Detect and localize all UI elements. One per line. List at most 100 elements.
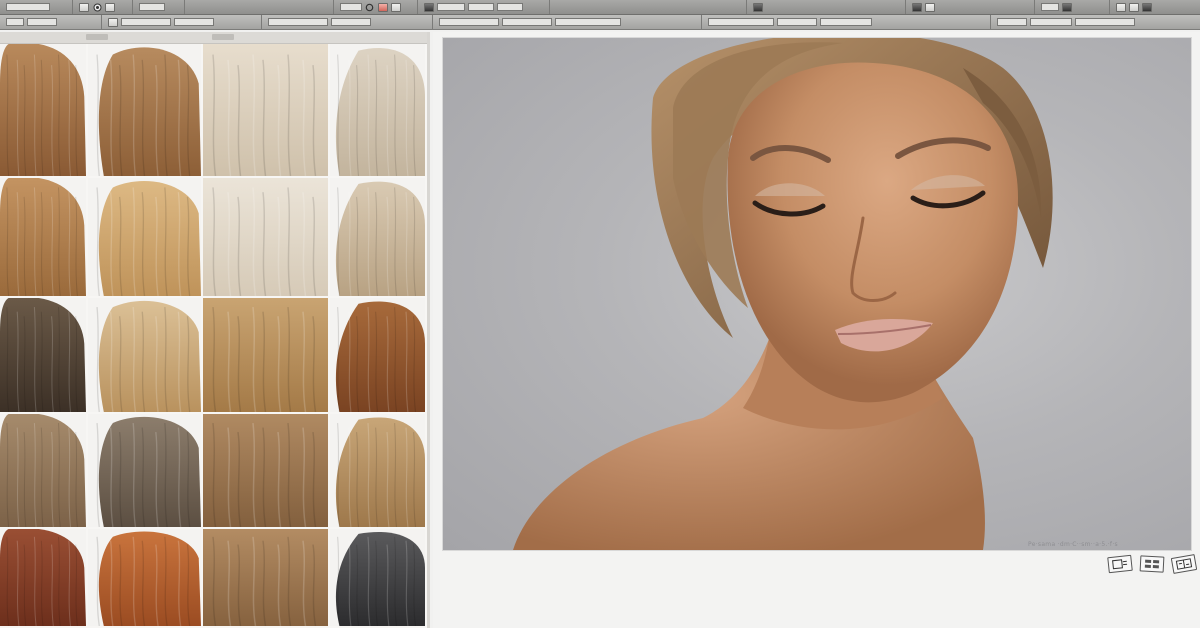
header-tab-1[interactable] — [86, 34, 108, 40]
toolbar-group-window — [1110, 0, 1200, 14]
swatch-chestnut-blonde[interactable] — [203, 529, 330, 628]
swatch-sandy-blonde[interactable] — [88, 298, 203, 414]
adjust-field-3[interactable] — [497, 3, 524, 11]
file-field[interactable] — [6, 3, 50, 11]
hair-swatch-image — [0, 44, 86, 176]
sub-field-12[interactable] — [820, 18, 873, 26]
hair-swatch-image — [203, 44, 328, 176]
secondary-toolbar — [0, 15, 1200, 30]
swatch-grid — [0, 44, 427, 628]
hair-swatch-image — [335, 531, 425, 626]
sub-group-4 — [433, 15, 703, 29]
swatch-dark-ash-brown[interactable] — [0, 298, 88, 414]
record-icon[interactable] — [92, 2, 102, 12]
compare-icon[interactable] — [1170, 554, 1198, 574]
swatch-platinum-blonde[interactable] — [203, 44, 330, 178]
sub-field-3[interactable] — [120, 18, 171, 26]
sub-group-5 — [702, 15, 991, 29]
mode-button[interactable] — [753, 2, 764, 12]
swatch-soft-golden[interactable] — [330, 414, 427, 529]
zoom-icon[interactable] — [1107, 554, 1133, 574]
hair-swatch-image — [335, 181, 425, 296]
swatch-mushroom-brown[interactable] — [0, 414, 88, 529]
toolbar-group-actions — [1035, 0, 1111, 14]
adjust-field-2[interactable] — [468, 3, 495, 11]
swatch-charcoal-silver[interactable] — [330, 529, 427, 628]
swatch-light-button[interactable] — [390, 2, 401, 12]
hair-swatch-image — [0, 298, 86, 412]
sub-field-10[interactable] — [708, 18, 775, 26]
layers-option-button[interactable] — [924, 2, 935, 12]
sub-field-4[interactable] — [173, 18, 214, 26]
window-button-3[interactable] — [1142, 2, 1153, 12]
hair-swatch-image — [335, 48, 425, 176]
sub-field-6[interactable] — [331, 18, 372, 26]
swatch-honey-brown[interactable] — [0, 178, 88, 298]
action-button[interactable] — [1062, 2, 1073, 12]
toolbar-group-middle — [550, 0, 748, 14]
adjust-field-1[interactable] — [437, 3, 466, 11]
sub-field-1[interactable] — [6, 18, 24, 26]
select-button[interactable] — [79, 2, 90, 12]
sub-group-1 — [0, 15, 102, 29]
hair-swatch-image — [335, 301, 425, 412]
sub-field-13[interactable] — [996, 18, 1027, 26]
sub-field-11[interactable] — [777, 18, 818, 26]
sub-field-5[interactable] — [268, 18, 329, 26]
sub-field-9[interactable] — [555, 18, 622, 26]
swatch-toffee-brown[interactable] — [203, 414, 330, 529]
swatch-smoky-ash[interactable] — [88, 414, 203, 529]
swatch-auburn-brown[interactable] — [330, 298, 427, 414]
swatch-golden-blonde[interactable] — [88, 178, 203, 298]
sub-field-15[interactable] — [1074, 18, 1135, 26]
toolbar-group-file — [0, 0, 74, 14]
hair-swatch-image — [203, 178, 328, 296]
swatch-ash-blonde[interactable] — [330, 44, 427, 178]
swatch-panel-header — [0, 32, 427, 44]
sub-group-6 — [991, 15, 1200, 29]
hair-swatch-image — [0, 529, 86, 626]
sub-group-3 — [262, 15, 434, 29]
preview-actions — [1107, 554, 1198, 574]
toolbar-group-view — [133, 0, 185, 14]
preview-panel: Pe·sama ·dm·C··sm··a·5.·f·s — [433, 32, 1200, 628]
hair-swatch-image — [203, 529, 328, 626]
main-toolbar — [0, 0, 1200, 15]
window-button-1[interactable] — [1116, 2, 1127, 12]
toolbar-group-adjust — [418, 0, 550, 14]
sub-button-1[interactable] — [107, 17, 118, 27]
sub-field-2[interactable] — [27, 18, 57, 26]
window-button-2[interactable] — [1129, 2, 1140, 12]
sub-group-2 — [102, 15, 263, 29]
swatch-warm-brown-bob[interactable] — [88, 44, 203, 178]
swatch-light-brown-straight[interactable] — [0, 44, 88, 178]
contrast-button[interactable] — [424, 2, 435, 12]
grid-icon[interactable] — [1139, 555, 1165, 573]
header-tab-2[interactable] — [212, 34, 234, 40]
toolbar-group-layers — [906, 0, 1036, 14]
action-field[interactable] — [1041, 3, 1060, 11]
swatch-pale-platinum[interactable] — [203, 178, 330, 298]
hair-swatch-image — [0, 414, 86, 527]
swatch-ginger-copper[interactable] — [88, 529, 203, 628]
sub-field-14[interactable] — [1029, 18, 1072, 26]
swatch-beige-blonde[interactable] — [330, 178, 427, 298]
hair-swatch-image — [96, 47, 201, 176]
refresh-icon[interactable] — [365, 2, 375, 12]
swatch-copper-red[interactable] — [0, 529, 88, 628]
view-field[interactable] — [138, 3, 165, 11]
model-portrait — [513, 38, 1053, 550]
swatch-red-button[interactable] — [377, 2, 388, 12]
color-field[interactable] — [339, 3, 362, 11]
hair-swatch-image — [96, 181, 201, 296]
layers-button[interactable] — [911, 2, 922, 12]
sub-field-8[interactable] — [502, 18, 553, 26]
tool-button[interactable] — [105, 2, 116, 12]
swatch-panel — [0, 32, 430, 628]
model-preview: Pe·sama ·dm·C··sm··a·5.·f·s — [443, 38, 1191, 550]
hair-swatch-image — [335, 417, 425, 527]
sub-field-7[interactable] — [439, 18, 500, 26]
hair-color-app: Pe·sama ·dm·C··sm··a·5.·f·s — [0, 0, 1200, 628]
toolbar-group-edit — [73, 0, 133, 14]
swatch-caramel-blonde[interactable] — [203, 298, 330, 414]
